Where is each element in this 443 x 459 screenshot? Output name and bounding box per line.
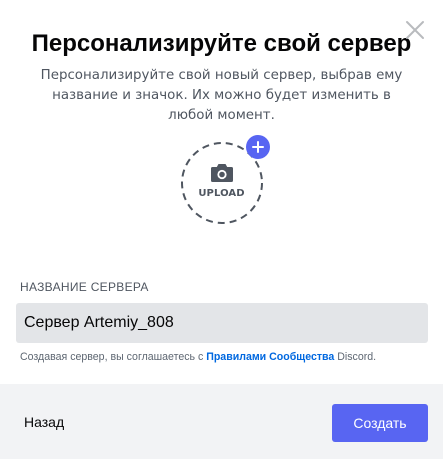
terms-suffix: Discord. — [334, 351, 377, 363]
modal-title: Персонализируйте свой сервер — [31, 30, 412, 57]
create-server-modal: Персонализируйте свой сервер Персонализи… — [0, 0, 443, 459]
upload-label: UPLOAD — [198, 188, 245, 199]
create-button[interactable]: Создать — [332, 404, 428, 442]
server-name-input[interactable] — [16, 303, 428, 343]
terms-text: Создавая сервер, вы соглашаетесь с Прави… — [20, 351, 376, 363]
back-button[interactable]: Назад — [24, 414, 64, 430]
community-guidelines-link[interactable]: Правилами Сообщества — [206, 351, 334, 363]
upload-icon-button[interactable]: UPLOAD — [180, 135, 270, 225]
camera-icon — [210, 164, 233, 182]
close-icon — [406, 21, 424, 39]
modal-footer: Назад Создать — [0, 384, 443, 459]
terms-prefix: Создавая сервер, вы соглашаетесь с — [20, 351, 207, 363]
add-icon-badge[interactable] — [245, 135, 270, 159]
modal-subtitle: Персонализируйте свой новый сервер, выбр… — [40, 68, 403, 123]
server-name-label: НАЗВАНИЕ СЕРВЕРА — [20, 280, 149, 294]
plus-icon — [251, 141, 264, 153]
close-button[interactable] — [403, 18, 427, 42]
